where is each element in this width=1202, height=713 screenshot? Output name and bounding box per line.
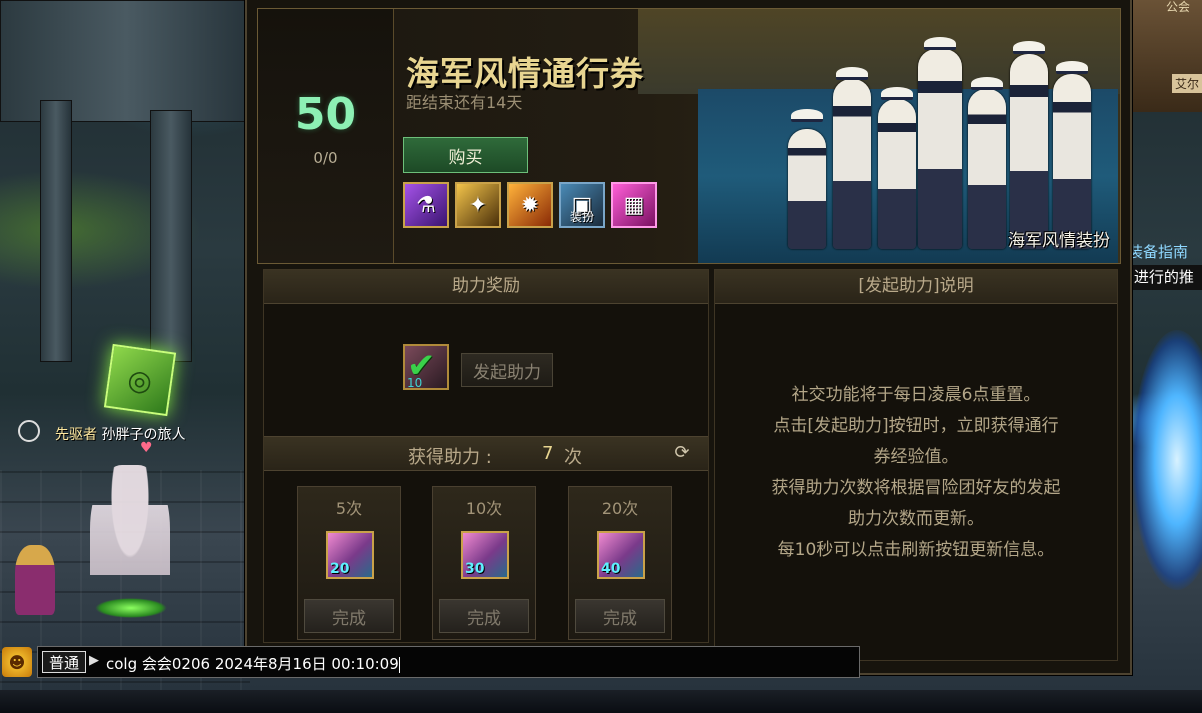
tier-reward-count: 20	[330, 561, 350, 577]
portal[interactable]	[1132, 330, 1202, 590]
explanation-line: 点击[发起助力]按钮时，立即获得通行	[773, 416, 1059, 436]
assist-count-unit: 次	[564, 447, 582, 468]
crew-member	[1053, 74, 1091, 249]
complete-button[interactable]: 完成	[304, 599, 394, 633]
explanation-header: [发起助力]说明	[715, 270, 1117, 304]
assist-reward-header: 助力奖励	[264, 270, 708, 304]
green-cube-object[interactable]: ◎	[103, 343, 177, 417]
outfit-label: 海军风情装扮	[1008, 231, 1110, 251]
character-title: 先驱者	[55, 427, 97, 443]
assist-reward-icon[interactable]: ✔ 10	[403, 344, 449, 390]
pass-title: 海军风情通行券	[406, 54, 644, 93]
chat-arrow-icon: ▶	[89, 653, 99, 668]
assist-tier-10: 10次 30 完成	[432, 486, 536, 640]
outfit-box-tag: 装扮	[569, 210, 594, 224]
crew-member	[918, 49, 962, 249]
crew-cap	[881, 87, 913, 100]
outfit-box-icon[interactable]: ▣ 装扮	[559, 182, 605, 228]
complete-button[interactable]: 完成	[439, 599, 529, 633]
text-caret	[398, 656, 400, 673]
explanation-line: 社交功能将于每日凌晨6点重置。	[791, 385, 1041, 405]
ring-icon	[18, 420, 40, 442]
chat-input-text[interactable]: colg 会会0206 2024年8月16日 00:10:09	[106, 653, 400, 674]
guide-link[interactable]: 装备指南	[1128, 240, 1202, 265]
pass-banner: 50 0/0 海军风情通行券 距结束还有14天 购买 ⚗ ✦ ✹ ▣ 装扮 ▦	[257, 8, 1121, 264]
chat-channel-selector[interactable]: 普通	[42, 651, 86, 673]
scroll-icon[interactable]: ✦	[455, 182, 501, 228]
right-map-fragment: 艾尔	[1172, 74, 1202, 93]
crew-member	[788, 129, 826, 249]
assist-start-area: ✔ 10 发起助力	[264, 304, 708, 434]
crew-member	[968, 89, 1006, 249]
start-assist-button[interactable]: 发起助力	[461, 353, 553, 387]
pass-remaining-time: 距结束还有14天	[406, 93, 523, 112]
explanation-line: 每10秒可以点击刷新按钮更新信息。	[777, 540, 1055, 560]
structure-top	[0, 0, 252, 122]
crew-member	[878, 99, 916, 249]
costume-icon[interactable]: ▦	[611, 182, 657, 228]
crew-cap	[924, 37, 956, 50]
gift-box-icon[interactable]: 30	[461, 531, 509, 579]
character-base-glow	[95, 598, 167, 618]
explanation-text: 社交功能将于每日凌晨6点重置。 点击[发起助力]按钮时，立即获得通行 券经验值。…	[715, 380, 1117, 566]
pillar-right	[150, 110, 192, 362]
crew-cap	[1013, 41, 1045, 54]
assist-count-value: 7	[542, 443, 554, 464]
assist-count-bar: 获得助力 : 7 次 ⟳	[264, 436, 708, 471]
chat-input-bar[interactable]: 普通 ▶ colg 会会0206 2024年8月16日 00:10:09	[37, 646, 860, 678]
crew-cap	[1056, 61, 1088, 74]
heart-icon: ♥	[140, 440, 153, 456]
assist-count-label: 获得助力 :	[408, 447, 492, 468]
level-box: 50 0/0	[258, 9, 394, 263]
explanation-line: 获得助力次数将根据冒险团好友的发起	[771, 478, 1061, 498]
potion-icon[interactable]: ⚗	[403, 182, 449, 228]
tier-label: 10次	[465, 499, 503, 518]
gift-box-icon[interactable]: 20	[326, 531, 374, 579]
crew-member	[1010, 54, 1048, 249]
crew-member	[833, 79, 871, 249]
bottom-hud-strip	[0, 690, 1202, 713]
buy-button[interactable]: 购买	[403, 137, 528, 173]
guide-text: ]进行的推	[1128, 265, 1202, 290]
complete-button[interactable]: 完成	[575, 599, 665, 633]
tier-label: 20次	[601, 499, 639, 518]
gift-box-icon[interactable]: 40	[597, 531, 645, 579]
battle-pass-panel: 50 0/0 海军风情通行券 距结束还有14天 购买 ⚗ ✦ ✹ ▣ 装扮 ▦	[245, 0, 1132, 675]
chat-input-value: colg 会会0206 2024年8月16日 00:10:09	[106, 655, 399, 673]
pillar-left	[40, 100, 72, 362]
assist-icon-count: 10	[407, 376, 423, 390]
emote-icon[interactable]: ☻	[2, 647, 32, 677]
assist-explanation-box: [发起助力]说明 社交功能将于每日凌晨6点重置。 点击[发起助力]按钮时，立即获…	[714, 269, 1118, 661]
character-name-label: 先驱者 孙胖子の旅人	[55, 424, 185, 444]
tier-reward-count: 40	[601, 561, 621, 577]
navy-outfit-characters	[778, 29, 1118, 259]
companion-character[interactable]	[15, 545, 55, 615]
assist-reward-box: 助力奖励 ✔ 10 发起助力 获得助力 : 7 次 ⟳ 5次 20 完成 10次…	[263, 269, 709, 643]
right-guide-panel: 装备指南 ]进行的推	[1128, 240, 1202, 290]
tier-label: 5次	[335, 499, 363, 518]
assist-tier-20: 20次 40 完成	[568, 486, 672, 640]
explanation-line: 券经验值。	[873, 447, 959, 467]
explanation-line: 助力次数而更新。	[848, 509, 984, 529]
reward-preview-icons: ⚗ ✦ ✹ ▣ 装扮 ▦	[403, 182, 657, 228]
assist-tier-5: 5次 20 完成	[297, 486, 401, 640]
flame-box-icon[interactable]: ✹	[507, 182, 553, 228]
crew-cap	[971, 77, 1003, 90]
tier-reward-count: 30	[465, 561, 485, 577]
right-side-frame: 公会 艾尔	[1128, 0, 1202, 112]
crew-cap	[836, 67, 868, 80]
crew-cap	[791, 109, 823, 122]
pass-level: 50	[294, 89, 357, 140]
right-top-fragment: 公会	[1166, 0, 1191, 14]
pass-progress: 0/0	[313, 149, 338, 167]
refresh-icon[interactable]: ⟳	[671, 442, 693, 464]
